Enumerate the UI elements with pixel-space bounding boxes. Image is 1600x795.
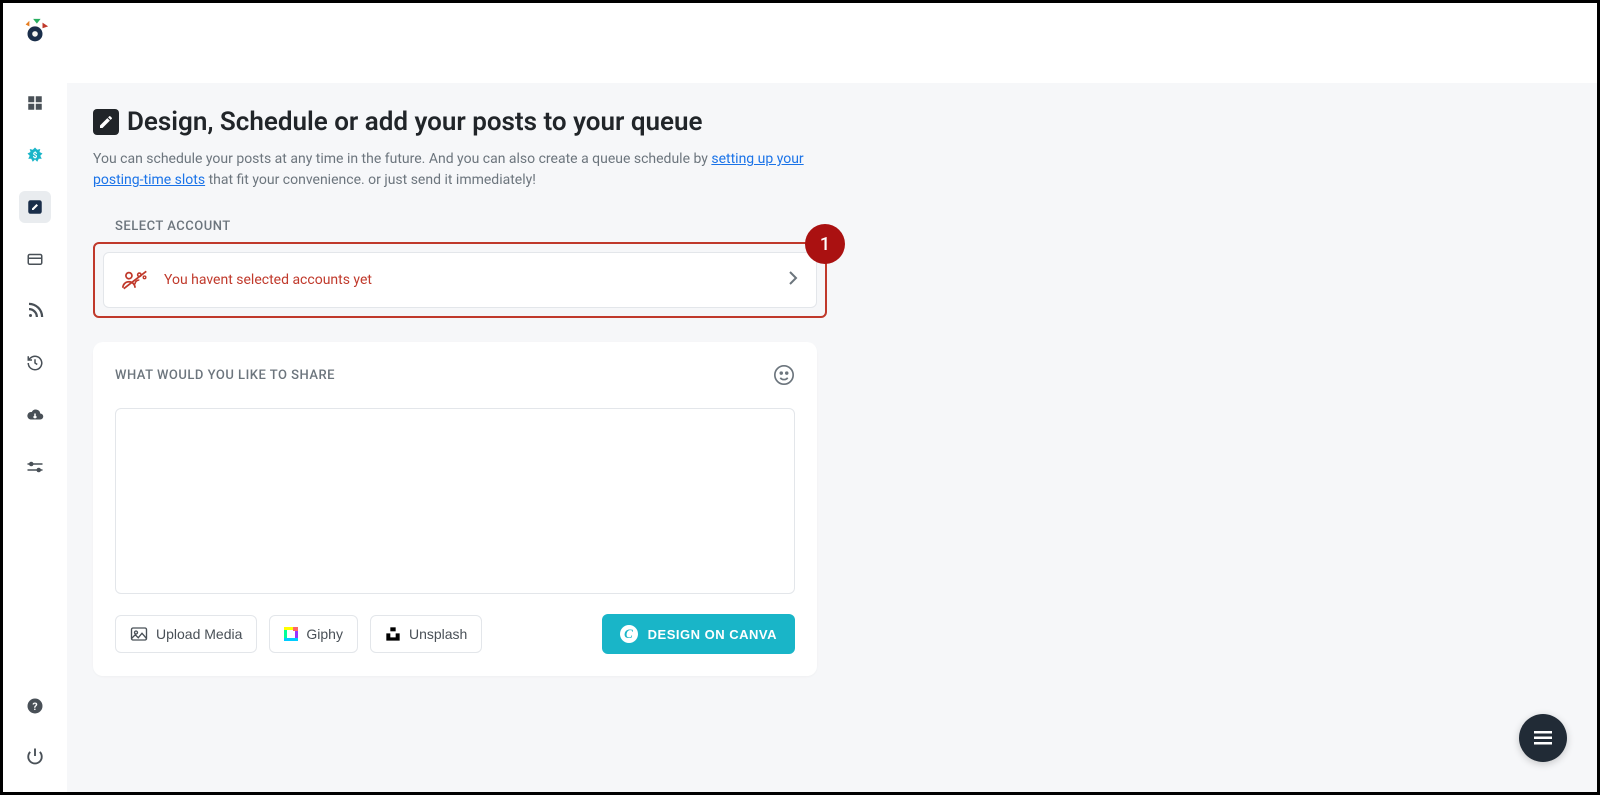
help-icon: ?: [26, 697, 44, 715]
media-row: Upload Media Giphy Unsplash: [115, 614, 795, 654]
compose-icon: [26, 198, 44, 216]
nav-group-bottom: ?: [19, 690, 51, 772]
card-icon: [26, 250, 44, 268]
rss-icon: [26, 302, 44, 320]
account-highlight-box: You havent selected accounts yet 1: [93, 242, 827, 318]
nav-group-top: $: [3, 87, 67, 483]
nav-dashboard[interactable]: [19, 87, 51, 119]
image-upload-icon: [130, 626, 148, 642]
history-icon: [26, 354, 44, 372]
canva-icon: C: [620, 625, 638, 643]
share-header: WHAT WOULD YOU LIKE TO SHARE: [115, 364, 795, 386]
share-label: WHAT WOULD YOU LIKE TO SHARE: [115, 368, 335, 383]
power-icon: [26, 747, 44, 765]
content-area: Design, Schedule or add your posts to yo…: [67, 83, 1597, 792]
step-badge-1: 1: [805, 224, 845, 264]
unsplash-icon: [385, 626, 401, 642]
dollar-badge-icon: $: [26, 146, 44, 164]
grid-icon: [26, 94, 44, 112]
share-card: WHAT WOULD YOU LIKE TO SHARE Upload Medi…: [93, 342, 817, 676]
unsplash-button[interactable]: Unsplash: [370, 615, 482, 653]
giphy-icon: [284, 627, 298, 641]
select-account-label: SELECT ACCOUNT: [115, 219, 1571, 234]
hamburger-icon: [1534, 731, 1552, 745]
sliders-icon: [26, 458, 44, 476]
chevron-right-icon: [788, 270, 798, 290]
floating-menu-button[interactable]: [1519, 714, 1567, 762]
giphy-button[interactable]: Giphy: [269, 615, 358, 653]
emoji-picker-button[interactable]: [773, 364, 795, 386]
top-bar: [67, 3, 1597, 83]
post-textarea[interactable]: [115, 408, 795, 594]
account-empty-text: You havent selected accounts yet: [164, 272, 372, 288]
page-title: Design, Schedule or add your posts to yo…: [93, 107, 1571, 137]
design-on-canva-button[interactable]: C DESIGN ON CANVA: [602, 614, 795, 654]
desc-before: You can schedule your posts at any time …: [93, 151, 711, 167]
nav-help[interactable]: ?: [19, 690, 51, 722]
nav-pricing[interactable]: $: [19, 139, 51, 171]
nav-history[interactable]: [19, 347, 51, 379]
page-description: You can schedule your posts at any time …: [93, 149, 813, 191]
svg-text:?: ?: [32, 700, 37, 713]
svg-text:$: $: [33, 150, 38, 161]
nav-compose[interactable]: [19, 191, 51, 223]
account-row-left: You havent selected accounts yet: [122, 269, 372, 291]
nav-rss[interactable]: [19, 295, 51, 327]
nav-downloads[interactable]: [19, 399, 51, 431]
nav-power[interactable]: [19, 740, 51, 772]
nav-queue[interactable]: [19, 243, 51, 275]
select-account-row[interactable]: You havent selected accounts yet: [103, 252, 817, 308]
smiley-icon: [773, 364, 795, 386]
no-accounts-icon: [122, 269, 148, 291]
giphy-label: Giphy: [306, 626, 343, 642]
main: Design, Schedule or add your posts to yo…: [67, 3, 1597, 792]
app-logo-icon: [20, 17, 50, 47]
cloud-download-icon: [26, 406, 44, 424]
upload-media-label: Upload Media: [156, 626, 242, 642]
page-title-text: Design, Schedule or add your posts to yo…: [127, 107, 703, 137]
compose-title-icon: [93, 109, 119, 135]
desc-after: that fit your convenience. or just send …: [205, 172, 536, 188]
upload-media-button[interactable]: Upload Media: [115, 615, 257, 653]
canva-label: DESIGN ON CANVA: [648, 627, 777, 642]
unsplash-label: Unsplash: [409, 626, 467, 642]
nav-settings[interactable]: [19, 451, 51, 483]
sidebar: $ ?: [3, 3, 67, 792]
